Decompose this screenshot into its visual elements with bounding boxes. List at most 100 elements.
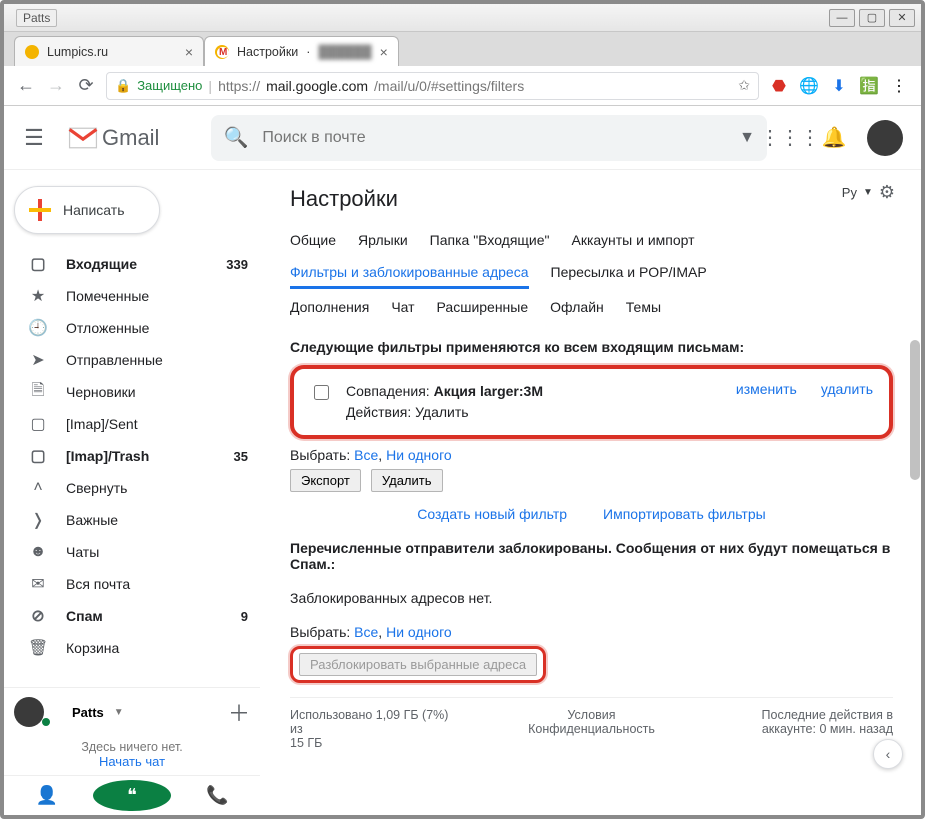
- window-maximize-button[interactable]: ▢: [859, 9, 885, 27]
- hangouts-header[interactable]: Patts ▼ ＋: [4, 688, 260, 736]
- export-button[interactable]: Экспорт: [290, 469, 361, 492]
- footer-activity2: аккаунте: 0 мин. назад: [732, 722, 893, 736]
- gear-icon[interactable]: ⚙: [879, 182, 895, 203]
- create-filter-link[interactable]: Создать новый фильтр: [417, 506, 567, 522]
- tab-close-icon[interactable]: ×: [185, 44, 193, 60]
- bookmark-star-icon[interactable]: ✩: [738, 77, 750, 94]
- favicon-icon: [25, 45, 39, 59]
- ext-translate-icon[interactable]: 🈯: [859, 76, 879, 96]
- label-icon: ▢: [28, 446, 48, 466]
- browser-tab-gmail-settings[interactable]: Настройки ·██████ ×: [204, 36, 399, 66]
- browser-menu-icon[interactable]: ⋮: [889, 76, 909, 96]
- select-all-link-2[interactable]: Все: [354, 624, 378, 640]
- select-none-link[interactable]: Ни одного: [386, 447, 452, 463]
- nav-back-button[interactable]: ←: [16, 76, 36, 96]
- tab-filters[interactable]: Фильтры и заблокированные адреса: [290, 258, 529, 289]
- tab-accounts[interactable]: Аккаунты и импорт: [572, 226, 695, 254]
- delete-filters-button[interactable]: Удалить: [371, 469, 443, 492]
- tab-chat[interactable]: Чат: [391, 293, 414, 321]
- hangouts-tab-chats[interactable]: ❝: [89, 776, 174, 815]
- select-none-link-2[interactable]: Ни одного: [386, 624, 452, 640]
- address-bar[interactable]: 🔒 Защищено | https://mail.google.com/mai…: [106, 72, 759, 100]
- tab-general[interactable]: Общие: [290, 226, 336, 254]
- search-options-icon[interactable]: ▼: [739, 129, 755, 147]
- folder-list: ▢Входящие339 ★Помеченные 🕘Отложенные ➤От…: [4, 248, 260, 664]
- notifications-icon[interactable]: 🔔: [823, 127, 845, 149]
- hangouts-tab-calls[interactable]: 📞: [175, 776, 260, 815]
- sidebar-item-spam[interactable]: ⊘Спам9: [4, 600, 260, 632]
- compose-button[interactable]: Написать: [14, 186, 160, 234]
- sidebar-item-allmail[interactable]: ✉Вся почта: [4, 568, 260, 600]
- window-close-button[interactable]: ✕: [889, 9, 915, 27]
- sidebar: Написать ▢Входящие339 ★Помеченные 🕘Отлож…: [4, 170, 260, 815]
- browser-tab-lumpics[interactable]: Lumpics.ru ×: [14, 36, 204, 66]
- search-icon[interactable]: 🔍: [223, 125, 248, 150]
- scrollbar-thumb[interactable]: [910, 340, 920, 480]
- sidebar-item-drafts[interactable]: 🗎Черновики: [4, 376, 260, 408]
- select-label: Выбрать:: [290, 447, 350, 463]
- filter-row-highlight: Совпадения: Акция larger:3M Действия: Уд…: [290, 365, 893, 439]
- select-all-link[interactable]: Все: [354, 447, 378, 463]
- select-label-2: Выбрать:: [290, 624, 350, 640]
- presence-dot-icon: [42, 718, 50, 726]
- important-icon: ❭: [28, 510, 48, 530]
- tab-advanced[interactable]: Расширенные: [437, 293, 529, 321]
- filter-match-value: Акция larger:3M: [434, 383, 543, 399]
- tab-title-blur: ██████: [318, 45, 371, 59]
- nav-reload-button[interactable]: ⟳: [76, 76, 96, 96]
- tab-title: Lumpics.ru: [47, 45, 108, 59]
- inbox-icon: ▢: [28, 254, 48, 274]
- tab-labels[interactable]: Ярлыки: [358, 226, 408, 254]
- settings-tabs: Общие Ярлыки Папка "Входящие" Аккаунты и…: [290, 226, 893, 254]
- sidebar-item-imap-sent[interactable]: ▢[Imap]/Sent: [4, 408, 260, 440]
- hangouts-username: Patts: [72, 705, 104, 720]
- sidebar-item-trash[interactable]: 🗑Корзина: [4, 632, 260, 664]
- nav-forward-button[interactable]: →: [46, 76, 66, 96]
- gmail-logo[interactable]: Gmail: [68, 125, 159, 151]
- main-menu-button[interactable]: ☰: [12, 116, 56, 160]
- filter-edit-link[interactable]: изменить: [736, 381, 797, 397]
- google-apps-icon[interactable]: ⋮⋮⋮: [779, 127, 801, 149]
- sidebar-item-imap-trash[interactable]: ▢[Imap]/Trash35: [4, 440, 260, 472]
- filter-checkbox[interactable]: [314, 385, 329, 400]
- window-minimize-button[interactable]: —: [829, 9, 855, 27]
- tab-themes[interactable]: Темы: [626, 293, 661, 321]
- url-host: mail.google.com: [266, 78, 368, 94]
- unblock-button[interactable]: Разблокировать выбранные адреса: [299, 653, 537, 676]
- sidebar-item-snoozed[interactable]: 🕘Отложенные: [4, 312, 260, 344]
- filter-delete-link[interactable]: удалить: [821, 381, 873, 397]
- ext-adblock-icon[interactable]: ⬣: [769, 76, 789, 96]
- side-panel-toggle[interactable]: ‹: [873, 739, 903, 769]
- ext-globe-icon[interactable]: 🌐: [799, 76, 819, 96]
- footer-terms[interactable]: Условия: [511, 708, 672, 722]
- import-filters-link[interactable]: Импортировать фильтры: [603, 506, 766, 522]
- ext-download-icon[interactable]: ⬇: [829, 76, 849, 96]
- star-icon: ★: [28, 286, 48, 306]
- trash-icon: 🗑: [28, 638, 48, 658]
- sidebar-item-starred[interactable]: ★Помеченные: [4, 280, 260, 312]
- language-switcher[interactable]: Ру▼ ⚙: [842, 182, 895, 203]
- phone-icon: 📞: [206, 785, 228, 806]
- sidebar-item-important[interactable]: ❭Важные: [4, 504, 260, 536]
- hangouts-new-chat-button[interactable]: ＋: [228, 696, 250, 728]
- sidebar-item-chats[interactable]: ☻Чаты: [4, 536, 260, 568]
- sidebar-item-sent[interactable]: ➤Отправленные: [4, 344, 260, 376]
- plus-icon: [29, 199, 51, 221]
- blocked-heading: Перечисленные отправители заблокированы.…: [290, 540, 890, 572]
- account-avatar[interactable]: [867, 120, 903, 156]
- sidebar-item-collapse[interactable]: ˄Свернуть: [4, 472, 260, 504]
- search-bar[interactable]: 🔍 ▼: [211, 115, 767, 161]
- sidebar-item-inbox[interactable]: ▢Входящие339: [4, 248, 260, 280]
- search-input[interactable]: [260, 128, 727, 148]
- tab-offline[interactable]: Офлайн: [550, 293, 604, 321]
- settings-tabs-row3: Дополнения Чат Расширенные Офлайн Темы: [290, 293, 893, 321]
- tab-inbox[interactable]: Папка "Входящие": [430, 226, 550, 254]
- hangouts-start-chat-link[interactable]: Начать чат: [4, 754, 260, 775]
- tab-forwarding[interactable]: Пересылка и POP/IMAP: [551, 258, 707, 289]
- hangouts-tab-contacts[interactable]: 👤: [4, 776, 89, 815]
- mail-icon: ✉: [28, 574, 48, 594]
- tab-addons[interactable]: Дополнения: [290, 293, 369, 321]
- footer-privacy[interactable]: Конфиденциальность: [511, 722, 672, 736]
- tab-close-icon[interactable]: ×: [380, 44, 388, 60]
- page-title: Настройки: [290, 186, 893, 212]
